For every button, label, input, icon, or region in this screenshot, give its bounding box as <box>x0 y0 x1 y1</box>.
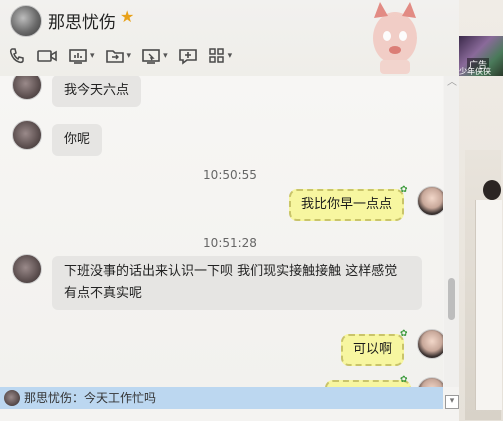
screen-share-icon[interactable]: ▾ <box>68 47 95 65</box>
side-panel: 广告 少年侠侠 <box>459 0 503 421</box>
contact-avatar[interactable] <box>10 5 42 37</box>
chevron-down-icon[interactable]: ▾ <box>163 51 168 61</box>
chevron-down-icon[interactable]: ▾ <box>445 395 459 409</box>
chevron-up-icon[interactable]: ︿ <box>447 78 457 88</box>
profile-figure-head <box>483 180 501 200</box>
contact-avatar[interactable] <box>12 76 42 100</box>
message-timestamp: 10:50:55 <box>203 168 257 182</box>
file-transfer-icon[interactable]: ▾ <box>105 47 132 65</box>
leaf-icon: ✿ <box>400 375 408 385</box>
scroll-thumb[interactable] <box>448 278 455 320</box>
message-bubble-right[interactable] <box>325 380 411 387</box>
chat-scrollbar[interactable]: ︿ <box>444 76 459 387</box>
remote-desktop-icon[interactable]: ▾ <box>141 47 168 65</box>
contact-avatar <box>4 390 20 406</box>
message-bubble-right[interactable]: 我比你早一点点 <box>289 189 405 221</box>
ad-caption: 少年侠侠 <box>459 67 491 76</box>
my-avatar[interactable] <box>417 377 443 387</box>
ticker-text: 那思忧伤：今天工作忙吗 <box>24 391 157 405</box>
contact-avatar[interactable] <box>12 120 42 150</box>
contact-name[interactable]: 那思忧伤 <box>48 8 116 33</box>
chat-add-icon[interactable] <box>178 47 198 65</box>
new-message-ticker[interactable]: 那思忧伤：今天工作忙吗 <box>0 387 443 409</box>
chevron-down-icon[interactable]: ▾ <box>90 51 95 61</box>
star-icon: ★ <box>120 7 135 26</box>
message-bubble-left[interactable]: 下班没事的话出来认识一下呗 我们现实接触接触 这样感觉有点不真实呢 <box>52 256 422 310</box>
profile-figure-body <box>475 200 502 410</box>
message-bubble-left[interactable]: 你呢 <box>52 124 103 156</box>
message-timestamp: 10:51:28 <box>203 236 257 250</box>
my-avatar[interactable] <box>417 329 443 359</box>
toolbar: ▾ ▾ ▾ ▾ <box>8 44 242 68</box>
my-avatar[interactable] <box>417 186 443 216</box>
message-area[interactable]: 我今天六点 你呢 10:50:55 我比你早一点点 ✿ 10:51:28 下班没… <box>0 76 443 387</box>
video-icon[interactable] <box>36 47 58 65</box>
message-bubble-left[interactable]: 我今天六点 <box>52 76 142 107</box>
chat-header: 那思忧伤 ★ ▾ ▾ ▾ ▾ <box>0 0 459 76</box>
message-bubble-right[interactable]: 可以啊 <box>341 334 405 366</box>
mascot-illustration <box>373 2 417 74</box>
contact-avatar[interactable] <box>12 254 42 284</box>
chevron-down-icon[interactable]: ▾ <box>127 51 132 61</box>
leaf-icon: ✿ <box>400 185 408 195</box>
apps-grid-icon[interactable]: ▾ <box>208 47 233 65</box>
phone-icon[interactable] <box>8 47 26 65</box>
leaf-icon: ✿ <box>400 329 408 339</box>
chevron-down-icon[interactable]: ▾ <box>228 51 233 61</box>
input-area-edge <box>0 409 459 421</box>
